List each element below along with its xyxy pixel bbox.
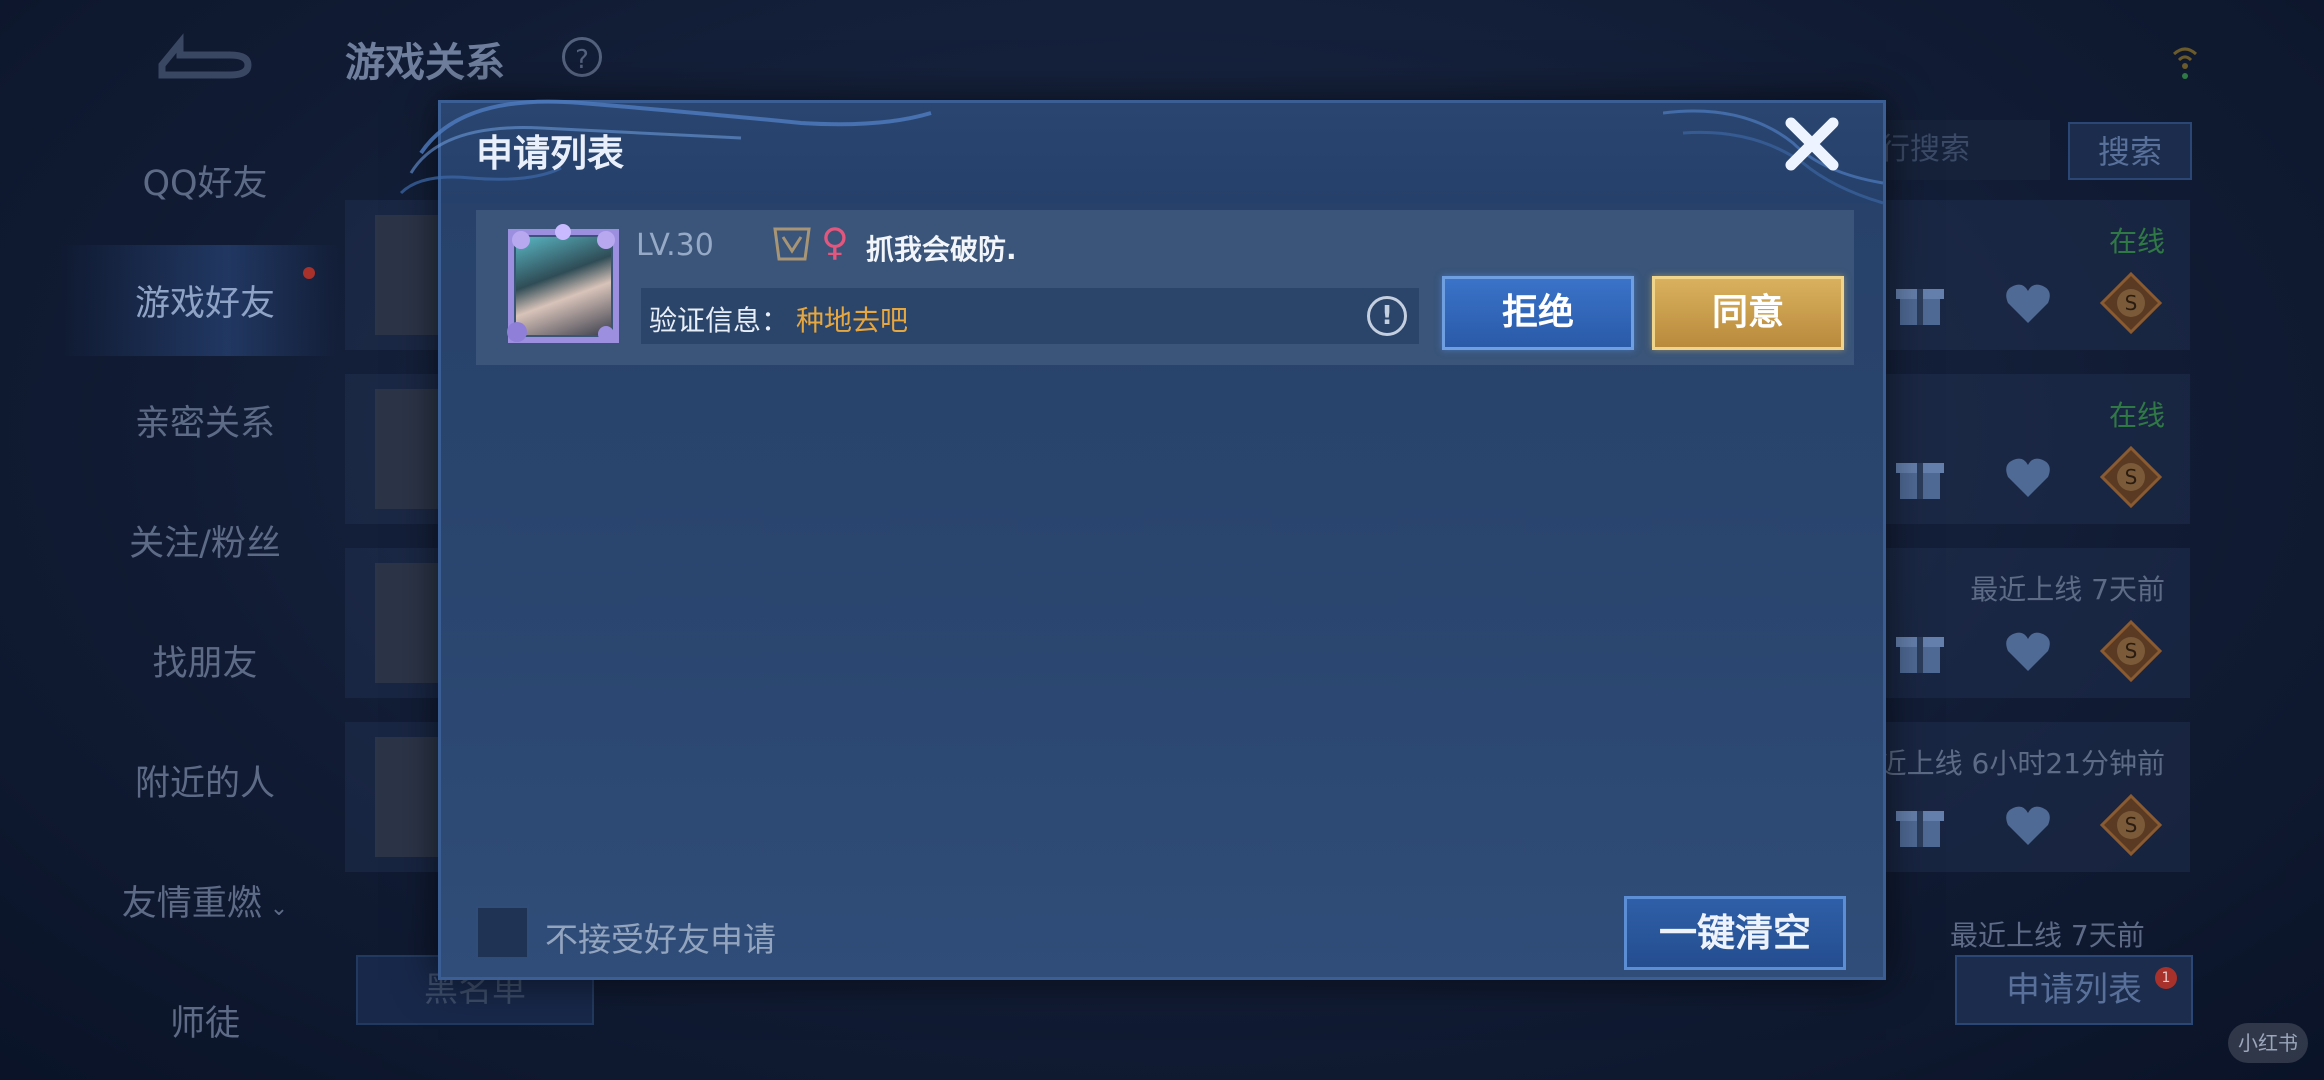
page-title: 游戏关系 <box>345 40 505 86</box>
sidebar-item-nearby[interactable]: 附近的人 <box>90 755 320 806</box>
close-icon[interactable] <box>1781 113 1843 175</box>
gold-coin-icon[interactable]: S <box>2100 446 2162 508</box>
avatar[interactable] <box>501 222 626 352</box>
exclamation-icon[interactable]: ! <box>1367 296 1407 336</box>
verification-message: 验证信息： 种地去吧 ! <box>641 288 1419 344</box>
apply-list-dialog: 申请列表 LV.30 ♀ 抓我会破防. 验证信息： 种地去吧 ! 拒绝 同意 不… <box>399 99 1886 980</box>
gift-icon[interactable] <box>1892 797 1948 853</box>
svg-text:S: S <box>2125 465 2138 489</box>
heart-send-icon[interactable] <box>2000 797 2056 853</box>
female-gender-icon: ♀ <box>821 220 849 264</box>
sidebar-item-qq-friends[interactable]: QQ好友 <box>90 155 320 206</box>
sidebar-item-find-friends[interactable]: 找朋友 <box>90 635 320 686</box>
verification-label: 验证信息： <box>649 304 790 337</box>
notification-dot <box>303 267 315 279</box>
search-input[interactable]: 行搜索 <box>1865 120 2050 180</box>
heart-send-icon[interactable] <box>2000 449 2056 505</box>
chevron-down-icon: ⌄ <box>269 896 289 921</box>
notification-badge: 1 <box>2155 967 2177 989</box>
gift-icon[interactable] <box>1892 275 1948 331</box>
gift-icon[interactable] <box>1892 449 1948 505</box>
player-name: 抓我会破防. <box>866 233 1017 266</box>
sidebar-item-game-friends[interactable]: 游戏好友 <box>60 245 340 356</box>
sidebar-item-mentor[interactable]: 师徒 <box>90 995 320 1046</box>
heart-send-icon[interactable] <box>2000 275 2056 331</box>
search-button[interactable]: 搜索 <box>2068 122 2192 180</box>
back-arrow-icon[interactable] <box>150 25 260 85</box>
accept-button[interactable]: 同意 <box>1652 276 1844 350</box>
last-online-status: 最近上线 7天前 <box>1950 919 2145 952</box>
svg-text:S: S <box>2125 813 2138 837</box>
sidebar-item-intimate[interactable]: 亲密关系 <box>90 395 320 446</box>
clear-all-button[interactable]: 一键清空 <box>1624 896 1846 970</box>
last-online-status: 近上线 6小时21分钟前 <box>1878 747 2165 780</box>
question-icon[interactable]: ? <box>562 37 602 77</box>
avatar-frame-decoration <box>507 224 619 343</box>
apply-list-button[interactable]: 申请列表 1 <box>1955 955 2193 1025</box>
online-status: 在线 <box>2108 399 2165 432</box>
sidebar-item-rekindle[interactable]: 友情重燃 ⌄ <box>90 875 320 926</box>
dialog-title: 申请列表 <box>476 132 624 175</box>
reject-all-label: 不接受好友申请 <box>545 920 776 959</box>
svg-text:S: S <box>2125 291 2138 315</box>
wifi-icon <box>2172 47 2198 79</box>
gold-coin-icon[interactable]: S <box>2100 272 2162 334</box>
last-online-status: 最近上线 7天前 <box>1970 573 2165 606</box>
dialog-header <box>441 103 1883 203</box>
sidebar-item-follow-fans[interactable]: 关注/粉丝 <box>90 515 320 566</box>
verification-text: 种地去吧 <box>796 304 909 337</box>
watermark: 小红书 <box>2228 1023 2308 1063</box>
svg-text:S: S <box>2125 639 2138 663</box>
gift-icon[interactable] <box>1892 623 1948 679</box>
friend-request-row: LV.30 ♀ 抓我会破防. 验证信息： 种地去吧 ! 拒绝 同意 <box>476 210 1854 365</box>
reject-all-checkbox[interactable] <box>476 906 529 959</box>
rank-badge-icon <box>773 227 811 261</box>
online-status: 在线 <box>2108 225 2165 258</box>
heart-send-icon[interactable] <box>2000 623 2056 679</box>
gold-coin-icon[interactable]: S <box>2100 620 2162 682</box>
reject-button[interactable]: 拒绝 <box>1442 276 1634 350</box>
player-level: LV.30 <box>636 228 714 263</box>
gold-coin-icon[interactable]: S <box>2100 794 2162 856</box>
